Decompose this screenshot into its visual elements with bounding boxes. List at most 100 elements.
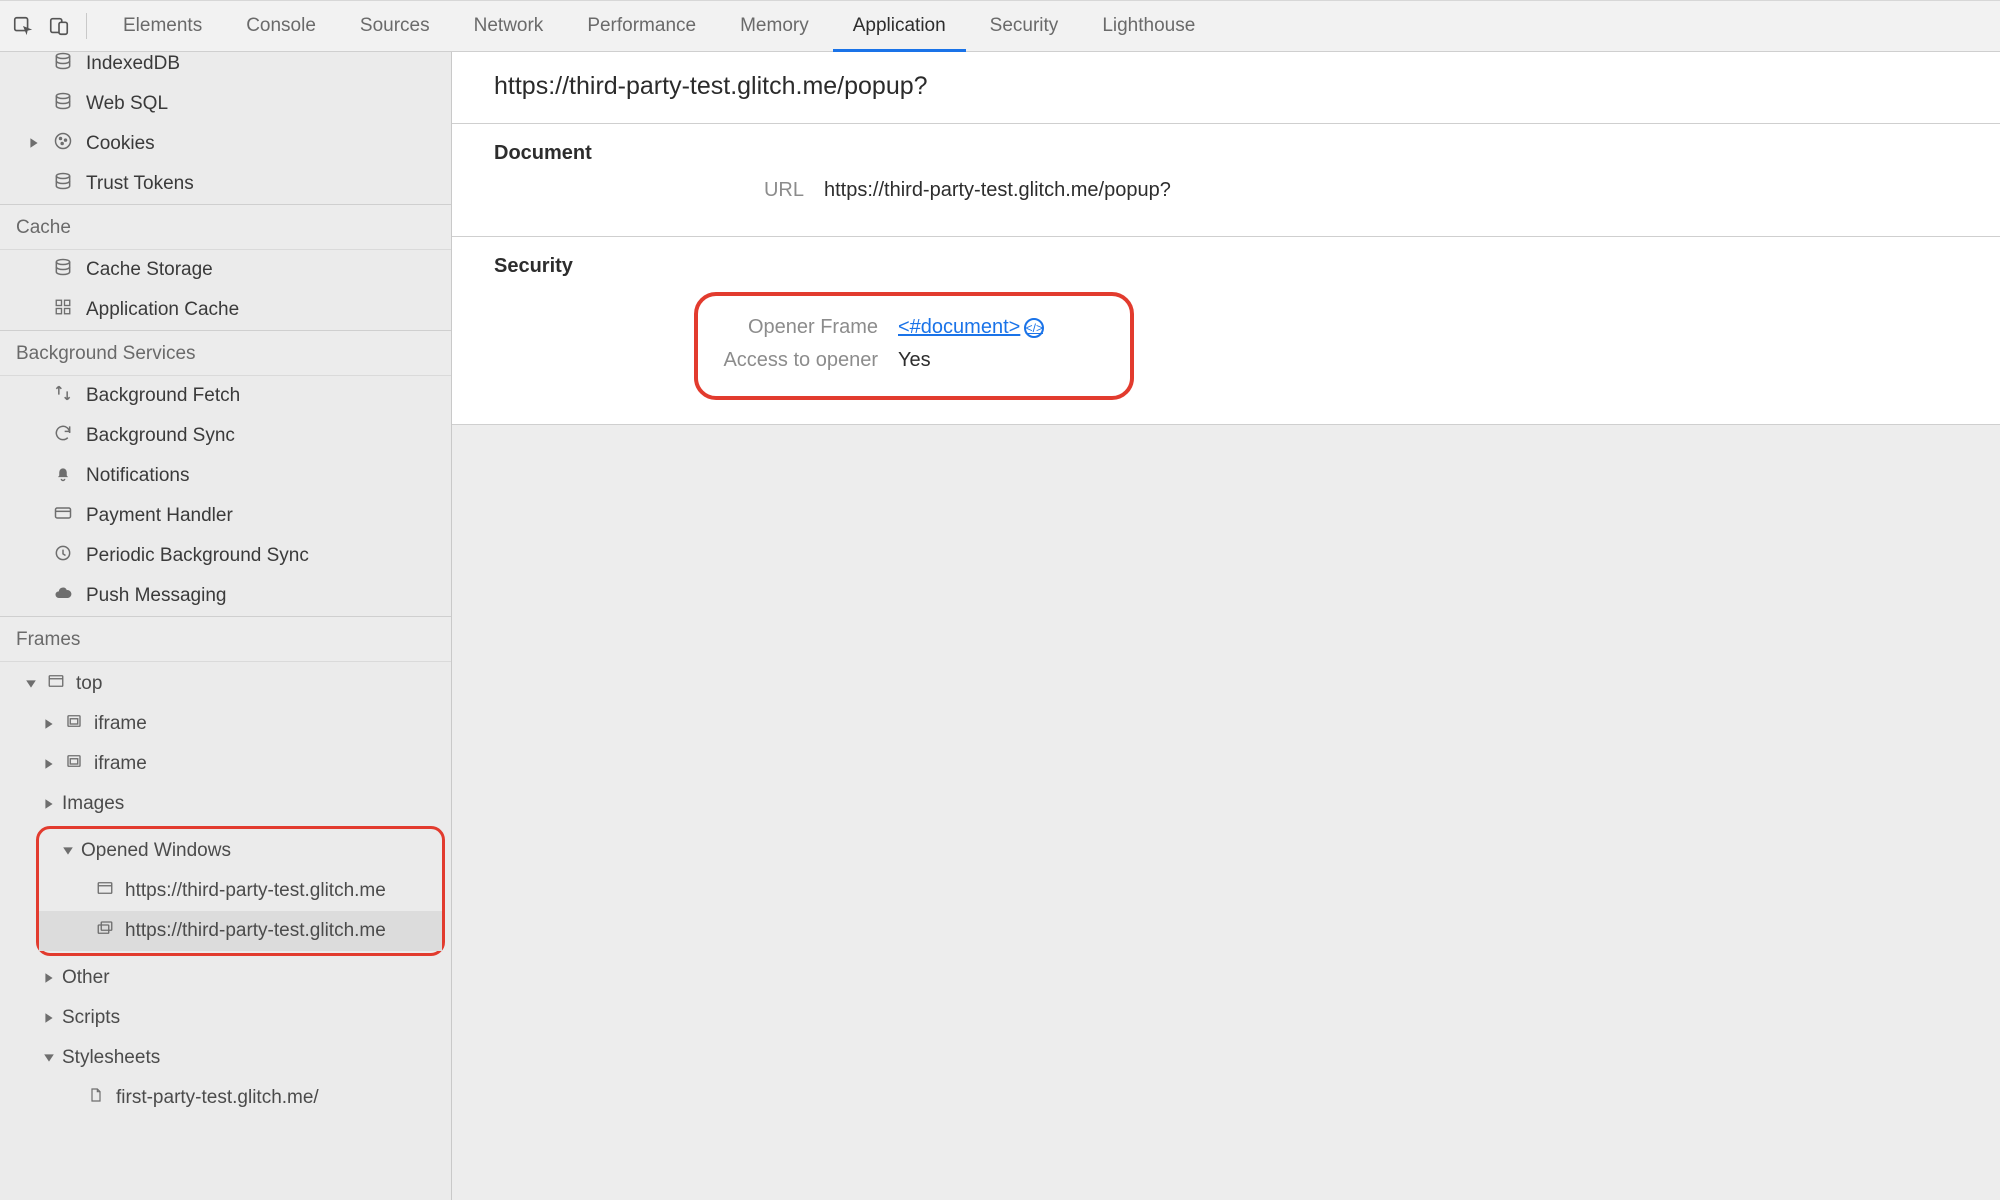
sidebar-item-label: Trust Tokens (86, 173, 194, 195)
tree-item-label: Scripts (62, 1007, 120, 1029)
tab-application[interactable]: Application (831, 1, 968, 51)
sidebar-item-label: IndexedDB (86, 53, 180, 75)
field-label-access-to-opener: Access to opener (698, 349, 898, 372)
tabbar-divider (86, 13, 87, 39)
expand-arrow-icon[interactable] (42, 1011, 56, 1025)
sidebar-item-label: Background Sync (86, 425, 235, 447)
sidebar-item-indexeddb[interactable]: IndexedDB (0, 52, 451, 84)
expand-arrow-icon[interactable] (42, 797, 56, 811)
sidebar-item-cache-storage[interactable]: Cache Storage (0, 250, 451, 290)
tree-item-label: iframe (94, 713, 147, 735)
database-icon (50, 52, 76, 77)
link-text: <#document> (898, 316, 1020, 339)
tree-item-label: https://third-party-test.glitch.me (125, 920, 386, 942)
tree-item-opened-window-selected[interactable]: https://third-party-test.glitch.me (39, 911, 442, 951)
tree-item-stylesheets[interactable]: Stylesheets (0, 1038, 451, 1078)
clock-icon (50, 543, 76, 569)
database-icon (50, 257, 76, 283)
sidebar-item-bg-fetch[interactable]: Background Fetch (0, 376, 451, 416)
sidebar-item-cookies[interactable]: Cookies (0, 124, 451, 164)
sidebar-item-bg-sync[interactable]: Background Sync (0, 416, 451, 456)
tree-item-label: iframe (94, 753, 147, 775)
sidebar-item-push-messaging[interactable]: Push Messaging (0, 576, 451, 616)
tree-item-label: Images (62, 793, 124, 815)
sidebar-heading-bg: Background Services (0, 330, 451, 376)
cloud-icon (50, 583, 76, 609)
tab-network[interactable]: Network (452, 1, 566, 51)
file-icon (84, 1087, 108, 1109)
tree-item-top[interactable]: top (0, 664, 451, 704)
sidebar-item-trust-tokens[interactable]: Trust Tokens (0, 164, 451, 204)
sidebar-heading-frames: Frames (0, 616, 451, 662)
expand-arrow-icon[interactable] (28, 137, 42, 151)
collapse-arrow-icon[interactable] (24, 677, 38, 691)
section-title: Security (494, 255, 2000, 278)
frames-tree: top iframe iframe Images (0, 662, 451, 1118)
tree-item-other[interactable]: Other (0, 958, 451, 998)
sidebar-item-label: Payment Handler (86, 505, 233, 527)
tab-memory[interactable]: Memory (718, 1, 831, 51)
expand-arrow-icon[interactable] (42, 757, 56, 771)
window-icon (93, 879, 117, 903)
sidebar-item-label: Application Cache (86, 299, 239, 321)
tree-item-label: top (76, 673, 102, 695)
tab-sources[interactable]: Sources (338, 1, 452, 51)
card-icon (50, 503, 76, 529)
tree-item-label: https://third-party-test.glitch.me (125, 880, 386, 902)
tab-performance[interactable]: Performance (565, 1, 718, 51)
tree-item-images[interactable]: Images (0, 784, 451, 824)
collapse-arrow-icon[interactable] (42, 1051, 56, 1065)
sidebar-item-label: Notifications (86, 465, 190, 487)
field-value-access-to-opener: Yes (898, 349, 931, 372)
database-icon (50, 171, 76, 197)
sidebar-item-periodic-sync[interactable]: Periodic Background Sync (0, 536, 451, 576)
tree-item-stylesheet-file[interactable]: first-party-test.glitch.me/ (0, 1078, 451, 1118)
opener-frame-link[interactable]: <#document> </> (898, 316, 1044, 339)
sidebar-item-application-cache[interactable]: Application Cache (0, 290, 451, 330)
cookie-icon (50, 131, 76, 157)
field-label-opener-frame: Opener Frame (698, 316, 898, 339)
section-security: Security Opener Frame <#document> </> Ac… (452, 237, 2000, 424)
collapse-arrow-icon[interactable] (61, 844, 75, 858)
tree-item-iframe[interactable]: iframe (0, 744, 451, 784)
windows-stack-icon (93, 919, 117, 943)
application-sidebar: IndexedDB Web SQL Cookies Trust Tokens C… (0, 52, 452, 1200)
expand-arrow-icon[interactable] (42, 717, 56, 731)
content-pane: https://third-party-test.glitch.me/popup… (452, 52, 2000, 1200)
grid-icon (50, 298, 76, 322)
tree-item-label: first-party-test.glitch.me/ (116, 1087, 319, 1109)
sidebar-item-label: Cache Storage (86, 259, 213, 281)
sidebar-item-label: Web SQL (86, 93, 168, 115)
tab-lighthouse[interactable]: Lighthouse (1080, 1, 1217, 51)
tree-item-iframe[interactable]: iframe (0, 704, 451, 744)
sidebar-item-label: Background Fetch (86, 385, 240, 407)
page-title: https://third-party-test.glitch.me/popup… (452, 52, 2000, 124)
section-document: Document URL https://third-party-test.gl… (452, 124, 2000, 237)
sidebar-item-label: Push Messaging (86, 585, 226, 607)
sidebar-item-websql[interactable]: Web SQL (0, 84, 451, 124)
highlight-opened-windows: Opened Windows https://third-party-test.… (36, 826, 445, 956)
window-icon (44, 672, 68, 696)
tree-item-scripts[interactable]: Scripts (0, 998, 451, 1038)
expand-arrow-icon[interactable] (42, 971, 56, 985)
database-icon (50, 91, 76, 117)
frame-icon (62, 712, 86, 736)
sidebar-item-payment-handler[interactable]: Payment Handler (0, 496, 451, 536)
device-toggle-icon[interactable] (46, 13, 72, 39)
sync-icon (50, 423, 76, 449)
tab-console[interactable]: Console (224, 1, 338, 51)
tree-item-opened-windows[interactable]: Opened Windows (39, 831, 442, 871)
field-label-url: URL (494, 179, 824, 202)
transfer-icon (50, 383, 76, 409)
sidebar-item-notifications[interactable]: Notifications (0, 456, 451, 496)
section-title: Document (494, 142, 2000, 165)
tab-security[interactable]: Security (968, 1, 1081, 51)
inspect-icon[interactable] (10, 13, 36, 39)
tab-elements[interactable]: Elements (101, 1, 224, 51)
devtools-tabbar: Elements Console Sources Network Perform… (0, 0, 2000, 52)
tree-item-label: Opened Windows (81, 840, 231, 862)
tree-item-label: Stylesheets (62, 1047, 160, 1069)
tree-item-opened-window[interactable]: https://third-party-test.glitch.me (39, 871, 442, 911)
frame-icon (62, 752, 86, 776)
bell-icon (50, 463, 76, 489)
